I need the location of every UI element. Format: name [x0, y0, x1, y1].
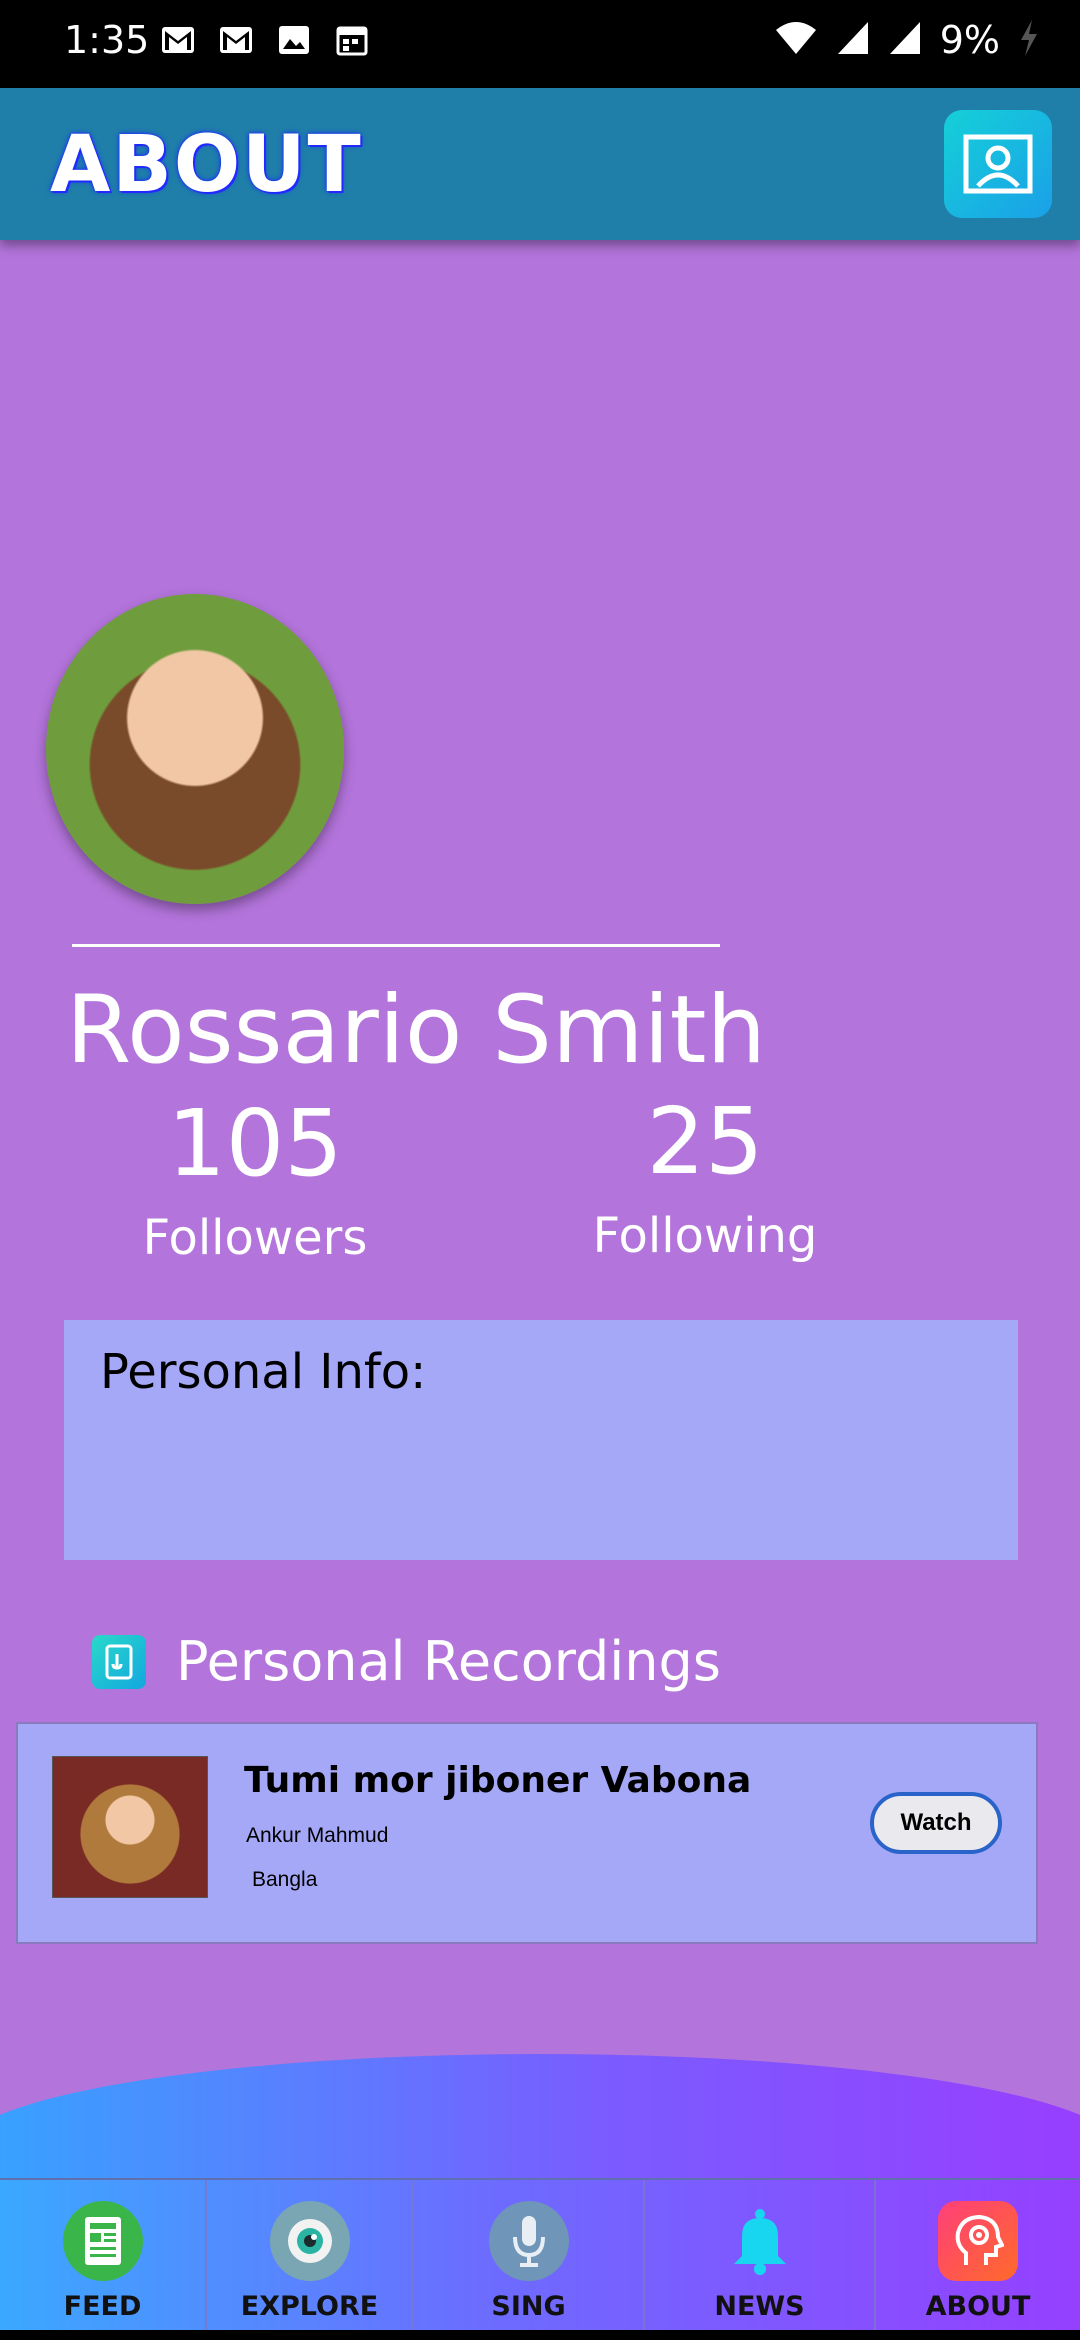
personal-info-title: Personal Info: [100, 1344, 427, 1400]
profile-name: Rossario Smith [66, 976, 767, 1085]
gmail-icon [218, 22, 254, 58]
nav-item-explore[interactable]: EXPLORE [207, 2180, 414, 2330]
recordings-title: Personal Recordings [176, 1630, 721, 1693]
recordings-header: Personal Recordings [92, 1630, 721, 1693]
page-title: ABOUT [50, 120, 363, 210]
system-status: 9% [774, 18, 1040, 62]
feed-icon [62, 2201, 143, 2281]
bell-icon [720, 2201, 800, 2281]
nav-label-sing: SING [491, 2291, 566, 2322]
watch-button[interactable]: Watch [870, 1792, 1002, 1854]
signal-icon [836, 20, 870, 61]
following-label: Following [592, 1208, 818, 1264]
nav-label-news: NEWS [714, 2291, 805, 2322]
recording-artist: Ankur Mahmud [246, 1824, 389, 1847]
nav-label-about: ABOUT [925, 2291, 1031, 2322]
nav-item-sing[interactable]: SING [414, 2180, 645, 2330]
bottom-nav: FEED EXPLORE SING NEWS ABOUT [0, 2178, 1080, 2330]
avatar[interactable] [46, 594, 344, 904]
signal-icon [888, 20, 922, 61]
image-icon [276, 22, 312, 58]
followers-stat[interactable]: 105 Followers [140, 1090, 370, 1267]
gmail-icon [160, 22, 196, 58]
profile-card-button[interactable] [944, 110, 1052, 218]
app-bar: ABOUT [0, 88, 1080, 240]
followers-count: 105 [167, 1090, 343, 1197]
divider [72, 944, 720, 947]
notification-icons [160, 22, 370, 58]
head-gear-icon [938, 2201, 1018, 2281]
nav-label-feed: FEED [63, 2291, 142, 2322]
calendar-icon [334, 22, 370, 58]
following-stat[interactable]: 25 Following [590, 1088, 820, 1265]
recording-song-title: Tumi mor jiboner Vabona [244, 1760, 752, 1801]
recording-thumbnail[interactable] [52, 1756, 208, 1898]
status-bar: 1:35 9% [0, 0, 1080, 88]
eye-icon [269, 2201, 350, 2281]
microphone-icon [488, 2201, 569, 2281]
system-nav-bar [0, 2330, 1080, 2340]
nav-label-explore: EXPLORE [240, 2291, 379, 2322]
following-count: 25 [646, 1088, 764, 1195]
personal-info-box: Personal Info: [64, 1320, 1018, 1560]
wifi-icon [774, 20, 818, 61]
status-time: 1:35 [64, 18, 150, 62]
followers-label: Followers [142, 1210, 368, 1266]
nav-item-news[interactable]: NEWS [645, 2180, 876, 2330]
nav-item-about[interactable]: ABOUT [876, 2180, 1080, 2330]
profile-card-icon [963, 134, 1033, 194]
recording-card: Tumi mor jiboner Vabona Ankur Mahmud Ban… [16, 1722, 1038, 1944]
nav-item-feed[interactable]: FEED [0, 2180, 207, 2330]
charging-icon [1018, 19, 1040, 62]
recording-language: Bangla [252, 1868, 318, 1891]
recording-icon [92, 1634, 146, 1689]
battery-percent: 9% [939, 18, 1000, 62]
